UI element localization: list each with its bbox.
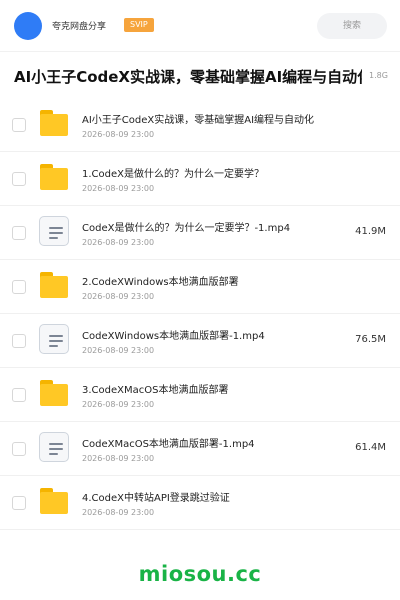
select-checkbox[interactable] bbox=[12, 280, 26, 294]
folder-icon bbox=[38, 269, 70, 301]
item-date: 2026-08-09 23:00 bbox=[82, 184, 155, 193]
item-date: 2026-08-09 23:00 bbox=[82, 292, 155, 301]
app-header: 夸克网盘分享 SVIP 搜索 bbox=[0, 0, 400, 52]
item-name[interactable]: CodeX是做什么的？为什么一定要学？-1.mp4 bbox=[82, 219, 322, 234]
folder-size: 1.8G bbox=[369, 71, 388, 80]
item-date: 2026-08-09 23:00 bbox=[82, 454, 155, 463]
item-name[interactable]: AI小王子CodeX实战课，零基础掌握AI编程与自动化 bbox=[82, 111, 322, 126]
folder-icon bbox=[38, 161, 70, 193]
avatar[interactable] bbox=[14, 12, 42, 40]
folder-icon bbox=[38, 107, 70, 139]
search-button[interactable]: 搜索 bbox=[317, 13, 387, 39]
item-name[interactable]: 2.CodeXWindows本地满血版部署 bbox=[82, 273, 322, 288]
file-icon bbox=[38, 215, 70, 247]
sharer-name: 夸克网盘分享 bbox=[52, 22, 107, 32]
select-checkbox[interactable] bbox=[12, 496, 26, 510]
folder-row[interactable]: 1.CodeX是做什么的？为什么一定要学？ 2026-08-09 23:00 bbox=[0, 152, 400, 206]
item-name[interactable]: CodeXWindows本地满血版部署-1.mp4 bbox=[82, 327, 322, 342]
select-checkbox[interactable] bbox=[12, 172, 26, 186]
file-row[interactable]: CodeXMacOS本地满血版部署-1.mp4 2026-08-09 23:00 6… bbox=[0, 422, 400, 476]
item-size: 41.9M bbox=[355, 226, 386, 237]
svip-badge: SVIP bbox=[124, 18, 154, 32]
item-date: 2026-08-09 23:00 bbox=[82, 346, 155, 355]
item-size: 76.5M bbox=[355, 334, 386, 345]
select-checkbox[interactable] bbox=[12, 118, 26, 132]
file-icon bbox=[38, 323, 70, 355]
folder-row[interactable]: 3.CodeXMacOS本地满血版部署 2026-08-09 23:00 bbox=[0, 368, 400, 422]
item-name[interactable]: 1.CodeX是做什么的？为什么一定要学？ bbox=[82, 165, 322, 180]
folder-header: AI小王子CodeX实战课，零基础掌握AI编程与自动化 1.8G bbox=[0, 52, 400, 98]
watermark: miosou.cc bbox=[138, 562, 262, 586]
file-icon bbox=[38, 431, 70, 463]
select-checkbox[interactable] bbox=[12, 334, 26, 348]
select-checkbox[interactable] bbox=[12, 226, 26, 240]
item-size: 61.4M bbox=[355, 442, 386, 453]
file-row[interactable]: CodeX是做什么的？为什么一定要学？-1.mp4 2026-08-09 23:0… bbox=[0, 206, 400, 260]
folder-row[interactable]: 2.CodeXWindows本地满血版部署 2026-08-09 23:00 bbox=[0, 260, 400, 314]
page-title: AI小王子CodeX实战课，零基础掌握AI编程与自动化 bbox=[14, 68, 362, 86]
select-checkbox[interactable] bbox=[12, 442, 26, 456]
item-name[interactable]: 3.CodeXMacOS本地满血版部署 bbox=[82, 381, 322, 396]
item-date: 2026-08-09 23:00 bbox=[82, 238, 155, 247]
item-date: 2026-08-09 23:00 bbox=[82, 130, 155, 139]
item-name[interactable]: CodeXMacOS本地满血版部署-1.mp4 bbox=[82, 435, 322, 450]
file-list: AI小王子CodeX实战课，零基础掌握AI编程与自动化 2026-08-09 23… bbox=[0, 98, 400, 530]
folder-icon bbox=[38, 377, 70, 409]
item-date: 2026-08-09 23:00 bbox=[82, 400, 155, 409]
folder-icon bbox=[38, 485, 70, 517]
item-name[interactable]: 4.CodeX中转站API登录跳过验证 bbox=[82, 489, 322, 504]
select-checkbox[interactable] bbox=[12, 388, 26, 402]
folder-row[interactable]: 4.CodeX中转站API登录跳过验证 2026-08-09 23:00 bbox=[0, 476, 400, 530]
item-date: 2026-08-09 23:00 bbox=[82, 508, 155, 517]
folder-row[interactable]: AI小王子CodeX实战课，零基础掌握AI编程与自动化 2026-08-09 23… bbox=[0, 98, 400, 152]
file-row[interactable]: CodeXWindows本地满血版部署-1.mp4 2026-08-09 23:0… bbox=[0, 314, 400, 368]
